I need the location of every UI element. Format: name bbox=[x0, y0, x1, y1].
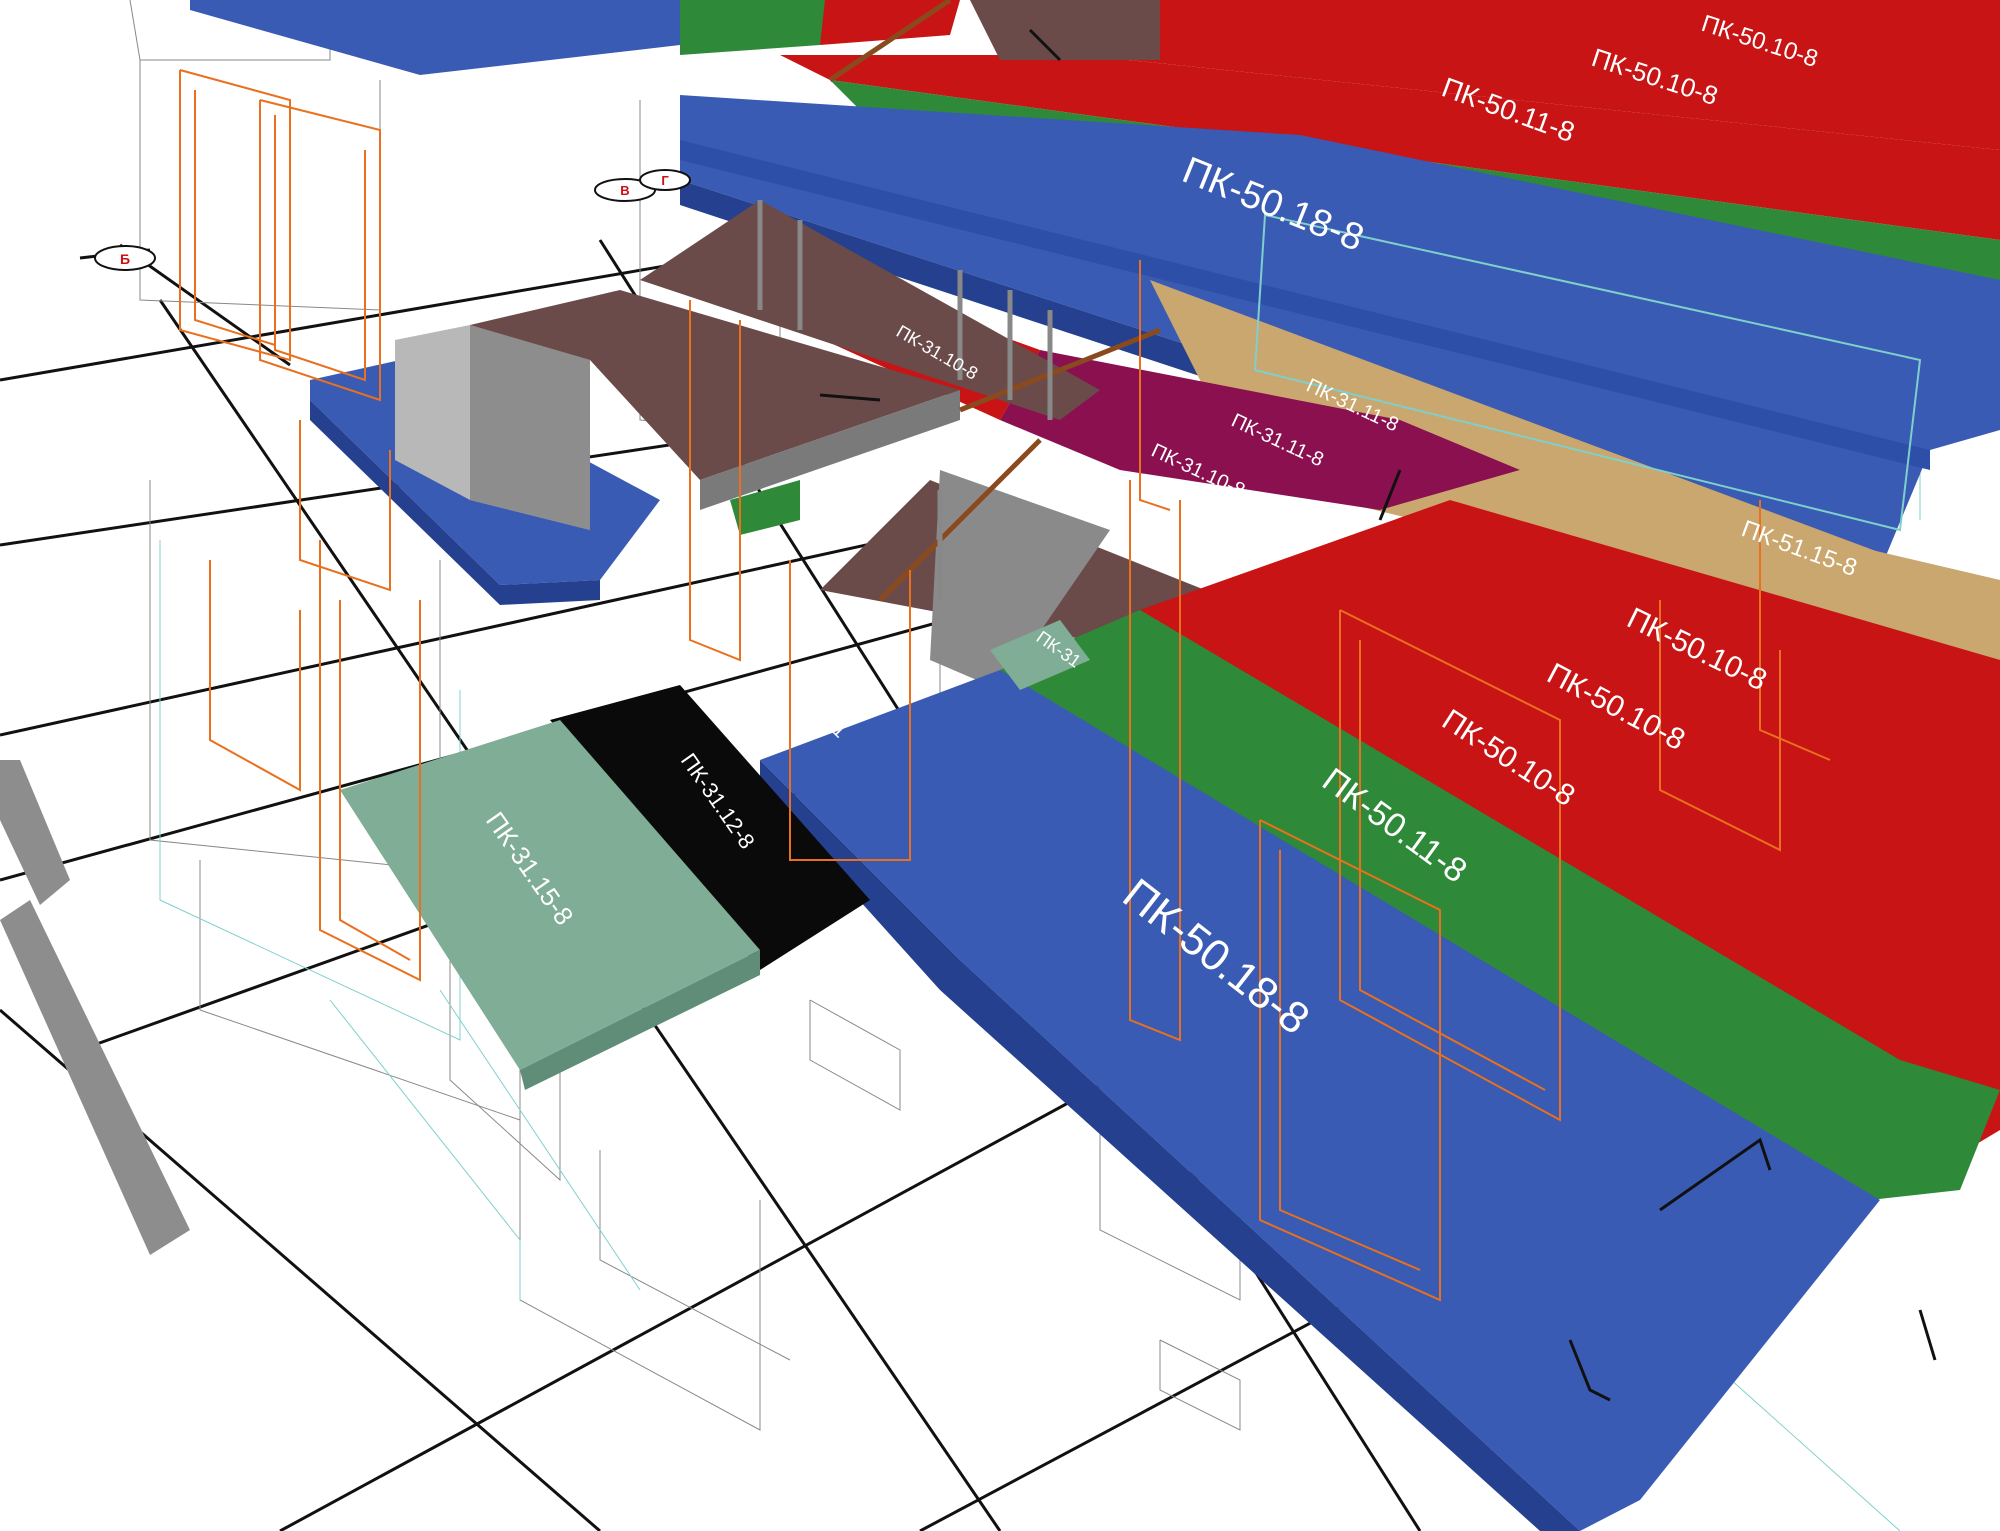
column-left-lower bbox=[0, 900, 190, 1255]
slab-upper-left-blue bbox=[190, 0, 690, 75]
axis-bubble-v-label: В bbox=[620, 183, 629, 198]
axis-bubble-b-label: Б bbox=[120, 251, 130, 267]
axis-markers: Б В Г bbox=[94, 169, 691, 271]
axis-bubble-g-label: Г bbox=[661, 173, 669, 188]
stair-top-flight bbox=[970, 0, 1160, 60]
stair-wall-face bbox=[470, 325, 590, 530]
structural-model-view: Б В Г ПК-50.18-8 ПК-50.11-8 ПК-50.10-8 П… bbox=[0, 0, 2000, 1531]
label-lower-small-1: ПК-31 bbox=[796, 688, 850, 742]
slab-upper-left-green bbox=[680, 0, 830, 55]
lower-slab-group bbox=[340, 470, 2000, 1531]
column-left-mid bbox=[0, 760, 70, 905]
